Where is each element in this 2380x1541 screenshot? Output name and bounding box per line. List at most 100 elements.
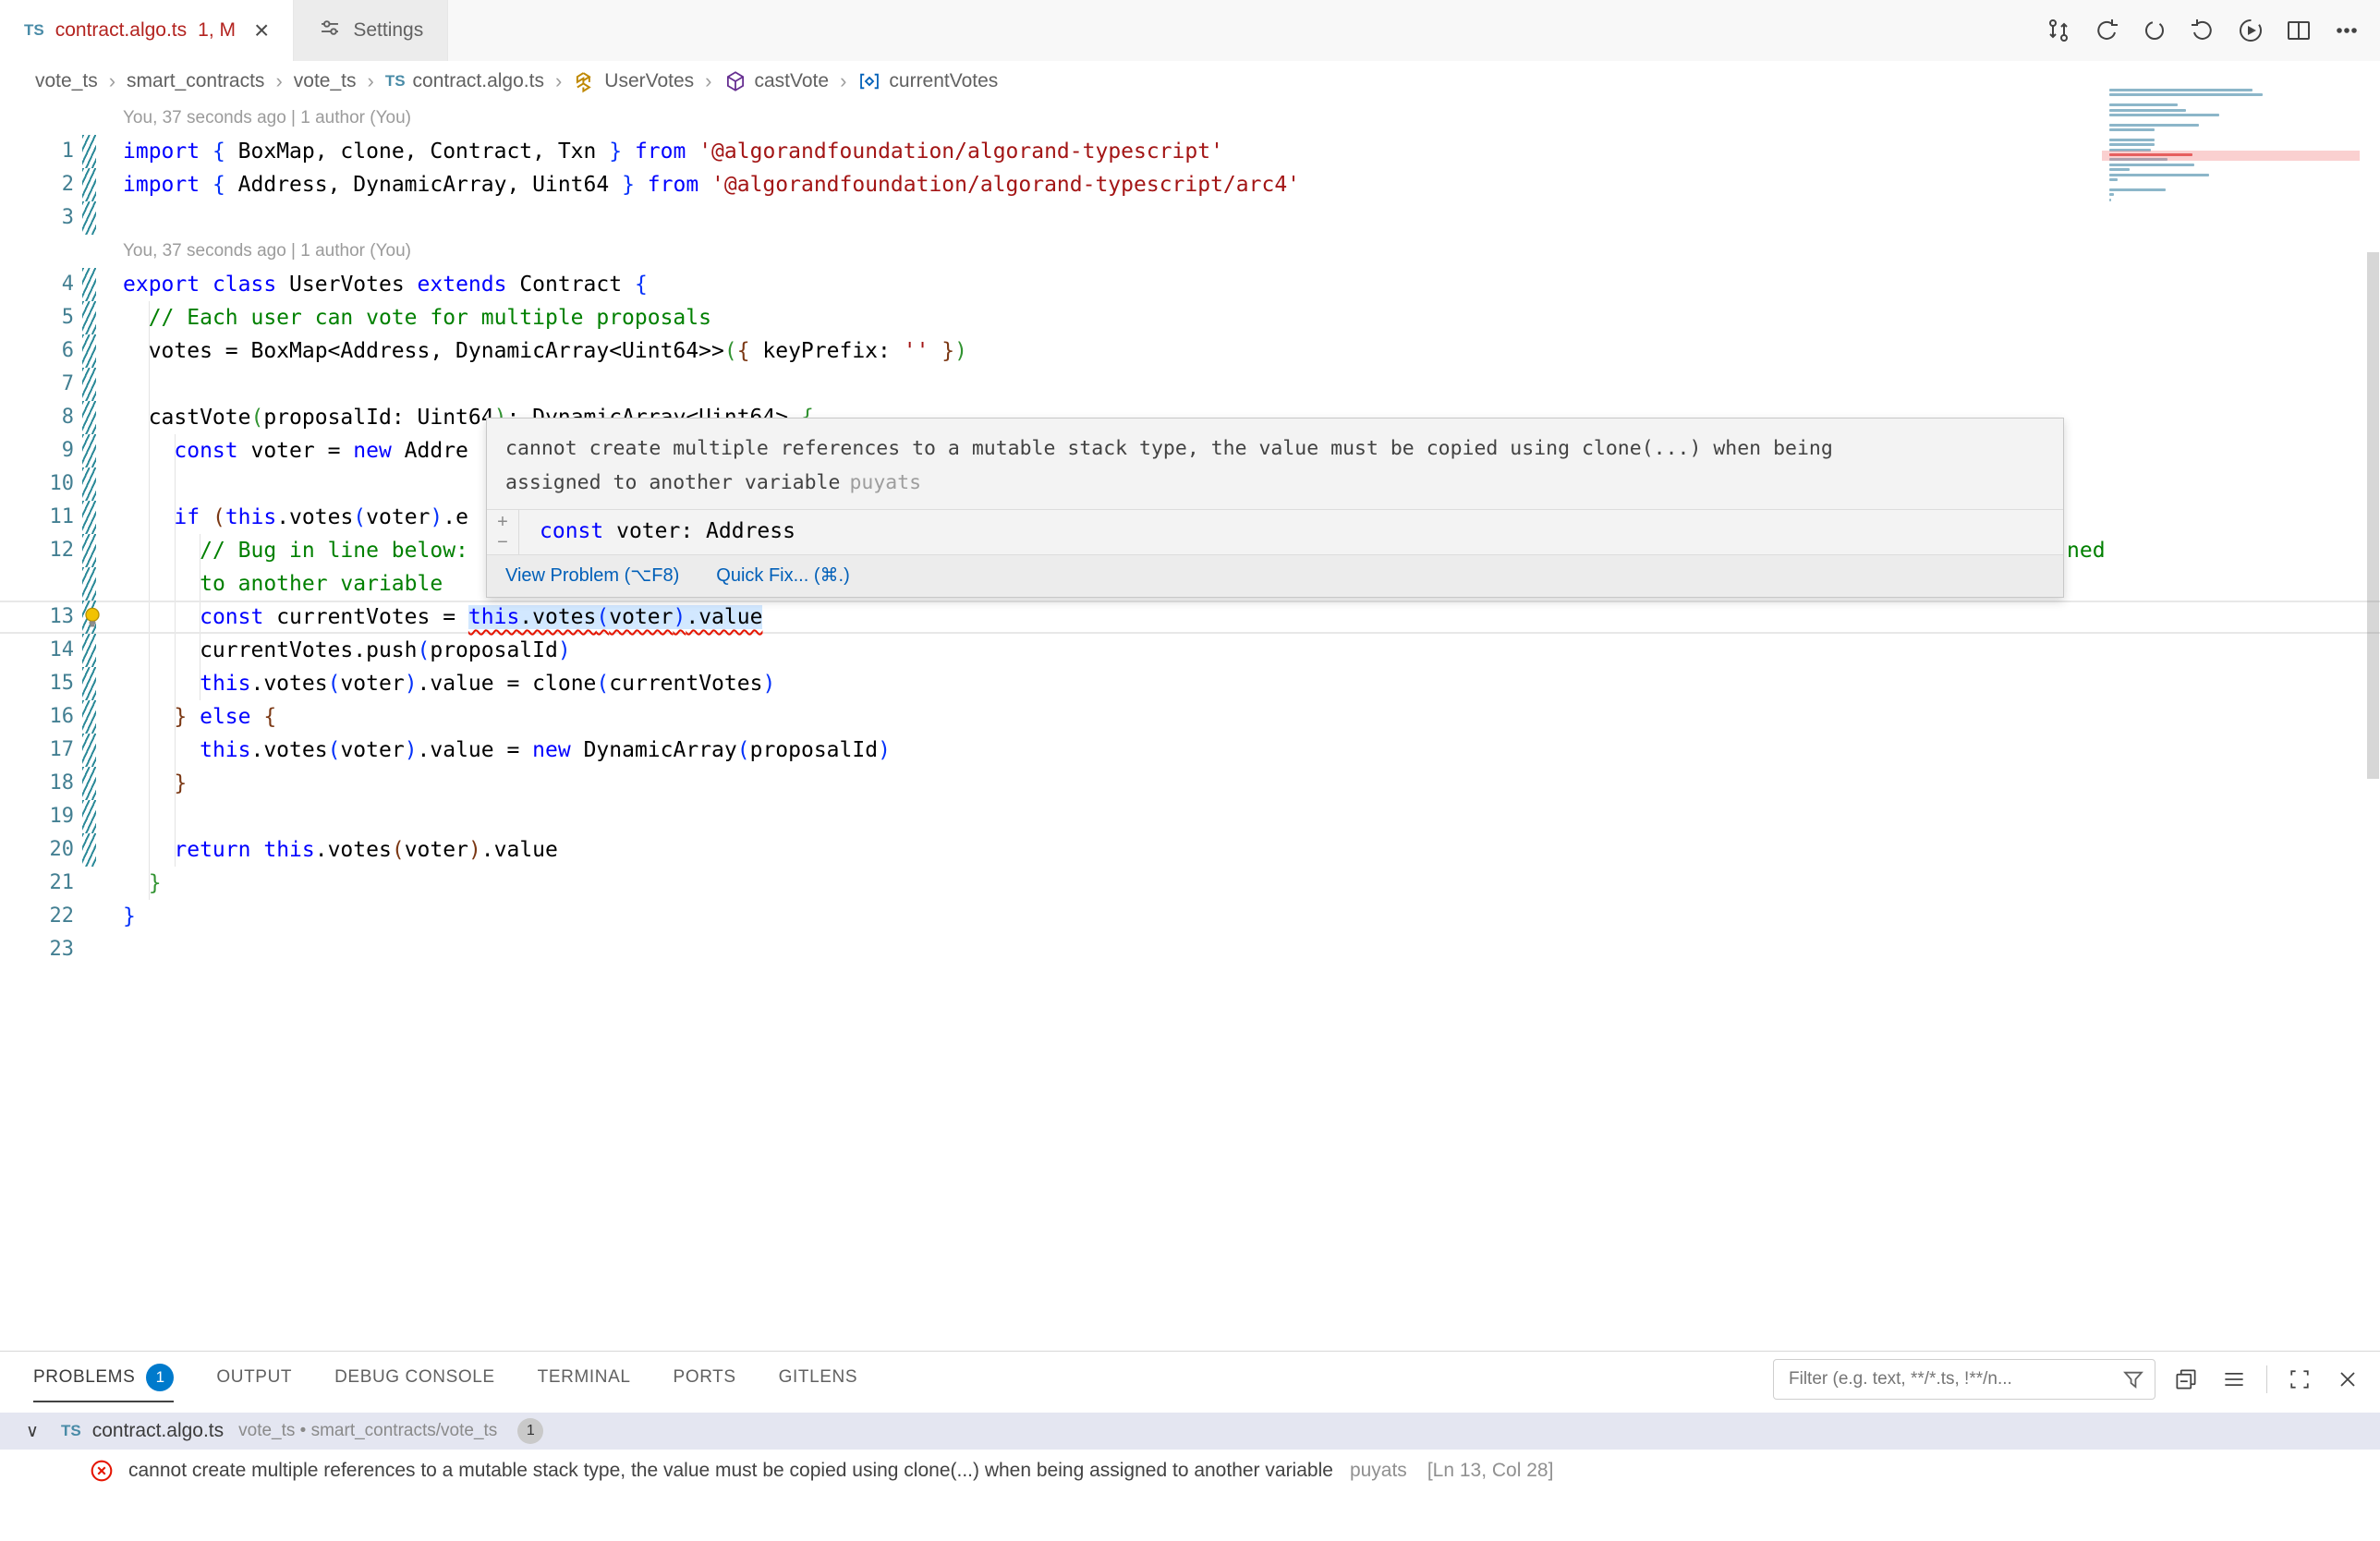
prev-change-icon[interactable]: [2086, 10, 2127, 51]
increase-verbosity-icon[interactable]: +: [497, 512, 508, 532]
code-line-7[interactable]: 7: [0, 368, 2380, 401]
bottom-panel: PROBLEMS1 OUTPUT DEBUG CONSOLE TERMINAL PORT…: [0, 1351, 2380, 1541]
quick-fix-lightbulb-icon[interactable]: [79, 604, 105, 630]
line-number: 8: [0, 401, 74, 434]
breadcrumb-separator: ›: [109, 69, 115, 93]
breadcrumb-separator: ›: [705, 69, 711, 93]
code-line-23[interactable]: 23: [0, 933, 2380, 966]
line-number: 6: [0, 334, 74, 368]
close-icon[interactable]: ×: [254, 18, 269, 43]
code-line-1[interactable]: 1import { BoxMap, clone, Contract, Txn }…: [0, 135, 2380, 168]
line-number: 7: [0, 368, 74, 401]
line-number: 4: [0, 268, 74, 301]
breadcrumb-item-castVote[interactable]: castVote: [723, 69, 830, 93]
code-line-14[interactable]: 14 currentVotes.push(proposalId): [0, 634, 2380, 667]
panel-tab-debug-console[interactable]: DEBUG CONSOLE: [334, 1367, 495, 1388]
tab-settings[interactable]: Settings: [294, 0, 448, 61]
breadcrumb-item-smart_contracts[interactable]: smart_contracts: [127, 70, 264, 92]
panel-tab-output[interactable]: OUTPUT: [216, 1367, 292, 1388]
code-line-2[interactable]: 2import { Address, DynamicArray, Uint64 …: [0, 168, 2380, 201]
line-number: 18: [0, 767, 74, 800]
code-line-6[interactable]: 6 votes = BoxMap<Address, DynamicArray<U…: [0, 334, 2380, 368]
file-diff-icon[interactable]: [2038, 10, 2079, 51]
ts-file-icon: TS: [61, 1422, 81, 1440]
panel-tab-ports[interactable]: PORTS: [674, 1367, 736, 1388]
code-editor[interactable]: You, 37 seconds ago | 1 author (You) 1imp…: [0, 102, 2380, 1351]
funnel-icon[interactable]: [2121, 1367, 2145, 1391]
toolbar-divider: [2266, 1365, 2267, 1393]
breadcrumb-item-vote_ts[interactable]: vote_ts: [294, 70, 357, 92]
problems-filter-input[interactable]: [1773, 1359, 2155, 1400]
gitlens-icon[interactable]: [2134, 10, 2175, 51]
maximize-icon[interactable]: [2282, 1362, 2317, 1397]
close-icon[interactable]: [2330, 1362, 2365, 1397]
hover-type-declaration: const voter: Address: [519, 510, 795, 554]
problem-source: puyats: [1350, 1460, 1407, 1482]
problem-error-row[interactable]: cannot create multiple references to a m…: [0, 1450, 2380, 1492]
code-line-16[interactable]: 16 } else {: [0, 700, 2380, 734]
hover-verbosity-controls[interactable]: + −: [487, 510, 519, 554]
gitlens-blame-annotation: You, 37 seconds ago | 1 author (You): [0, 235, 2380, 268]
breadcrumb-separator: ›: [367, 69, 373, 93]
breadcrumb-separator: ›: [555, 69, 562, 93]
breadcrumb-item-vote_ts[interactable]: vote_ts: [35, 70, 98, 92]
problems-file-group-row[interactable]: ∨ TS contract.algo.ts vote_ts • smart_co…: [0, 1413, 2380, 1450]
editor-tab-bar: TS contract.algo.ts 1, M × Settings: [0, 0, 2380, 62]
split-editor-icon[interactable]: [2278, 10, 2319, 51]
settings-sliders-icon: [318, 16, 342, 45]
code-line-18[interactable]: 18 }: [0, 767, 2380, 800]
code-line-17[interactable]: 17 this.votes(voter).value = new Dynamic…: [0, 734, 2380, 767]
more-actions-icon[interactable]: [2326, 10, 2367, 51]
variable-icon: [857, 69, 881, 93]
tab-problem-badge: 1, M: [198, 19, 236, 42]
panel-tab-problems[interactable]: PROBLEMS1: [33, 1364, 174, 1391]
error-icon: [88, 1457, 115, 1485]
panel-tab-terminal[interactable]: TERMINAL: [538, 1367, 631, 1388]
line-number: 12: [0, 534, 74, 567]
line-number: 5: [0, 301, 74, 334]
code-line-4[interactable]: 4export class UserVotes extends Contract…: [0, 268, 2380, 301]
breadcrumb-separator: ›: [840, 69, 846, 93]
line-number: 2: [0, 168, 74, 201]
view-problem-link[interactable]: View Problem (⌥F8): [505, 564, 679, 587]
line-number: 19: [0, 800, 74, 833]
line-number: 3: [0, 201, 74, 235]
minimap[interactable]: [2109, 89, 2326, 208]
line-number: 22: [0, 900, 74, 933]
line-number: 11: [0, 501, 74, 534]
decrease-verbosity-icon[interactable]: −: [497, 532, 508, 552]
line-number: 17: [0, 734, 74, 767]
run-icon[interactable]: [2230, 10, 2271, 51]
code-line-15[interactable]: 15 this.votes(voter).value = clone(curre…: [0, 667, 2380, 700]
quick-fix-link[interactable]: Quick Fix... (⌘.): [716, 564, 849, 587]
code-line-22[interactable]: 22}: [0, 900, 2380, 933]
tab-contract-algo-ts[interactable]: TS contract.algo.ts 1, M ×: [0, 0, 294, 62]
collapse-all-icon[interactable]: [2168, 1362, 2204, 1397]
code-line-19[interactable]: 19: [0, 800, 2380, 833]
code-line-21[interactable]: 21 }: [0, 867, 2380, 900]
chevron-down-icon[interactable]: ∨: [26, 1421, 50, 1442]
hover-error-source: puyats: [849, 471, 921, 494]
line-number: 9: [0, 434, 74, 467]
editor-toolbar: [2038, 0, 2367, 61]
code-line-13[interactable]: 13 const currentVotes = this.votes(voter…: [0, 601, 2380, 634]
method-icon: [723, 69, 747, 93]
panel-tab-gitlens[interactable]: GITLENS: [779, 1367, 858, 1388]
line-number: 1: [0, 135, 74, 168]
line-number: 23: [0, 933, 74, 966]
ts-file-icon: TS: [24, 21, 44, 40]
error-hover-tooltip: cannot create multiple references to a m…: [486, 418, 2064, 598]
breadcrumb-item-currentVotes[interactable]: currentVotes: [857, 69, 998, 93]
code-line-3[interactable]: 3: [0, 201, 2380, 235]
view-as-table-icon[interactable]: [2216, 1362, 2252, 1397]
code-line-5[interactable]: 5 // Each user can vote for multiple pro…: [0, 301, 2380, 334]
comment-fragment: ned: [2067, 534, 2106, 567]
next-change-icon[interactable]: [2182, 10, 2223, 51]
editor-scrollbar[interactable]: [2367, 252, 2379, 779]
ts-file-icon: TS: [385, 72, 406, 91]
breadcrumb-item-contract.algo.ts[interactable]: TScontract.algo.ts: [385, 70, 544, 92]
breadcrumb-item-UserVotes[interactable]: UserVotes: [573, 69, 694, 93]
panel-toolbar: [1773, 1359, 2365, 1400]
line-number: 21: [0, 867, 74, 900]
code-line-20[interactable]: 20 return this.votes(voter).value: [0, 833, 2380, 867]
